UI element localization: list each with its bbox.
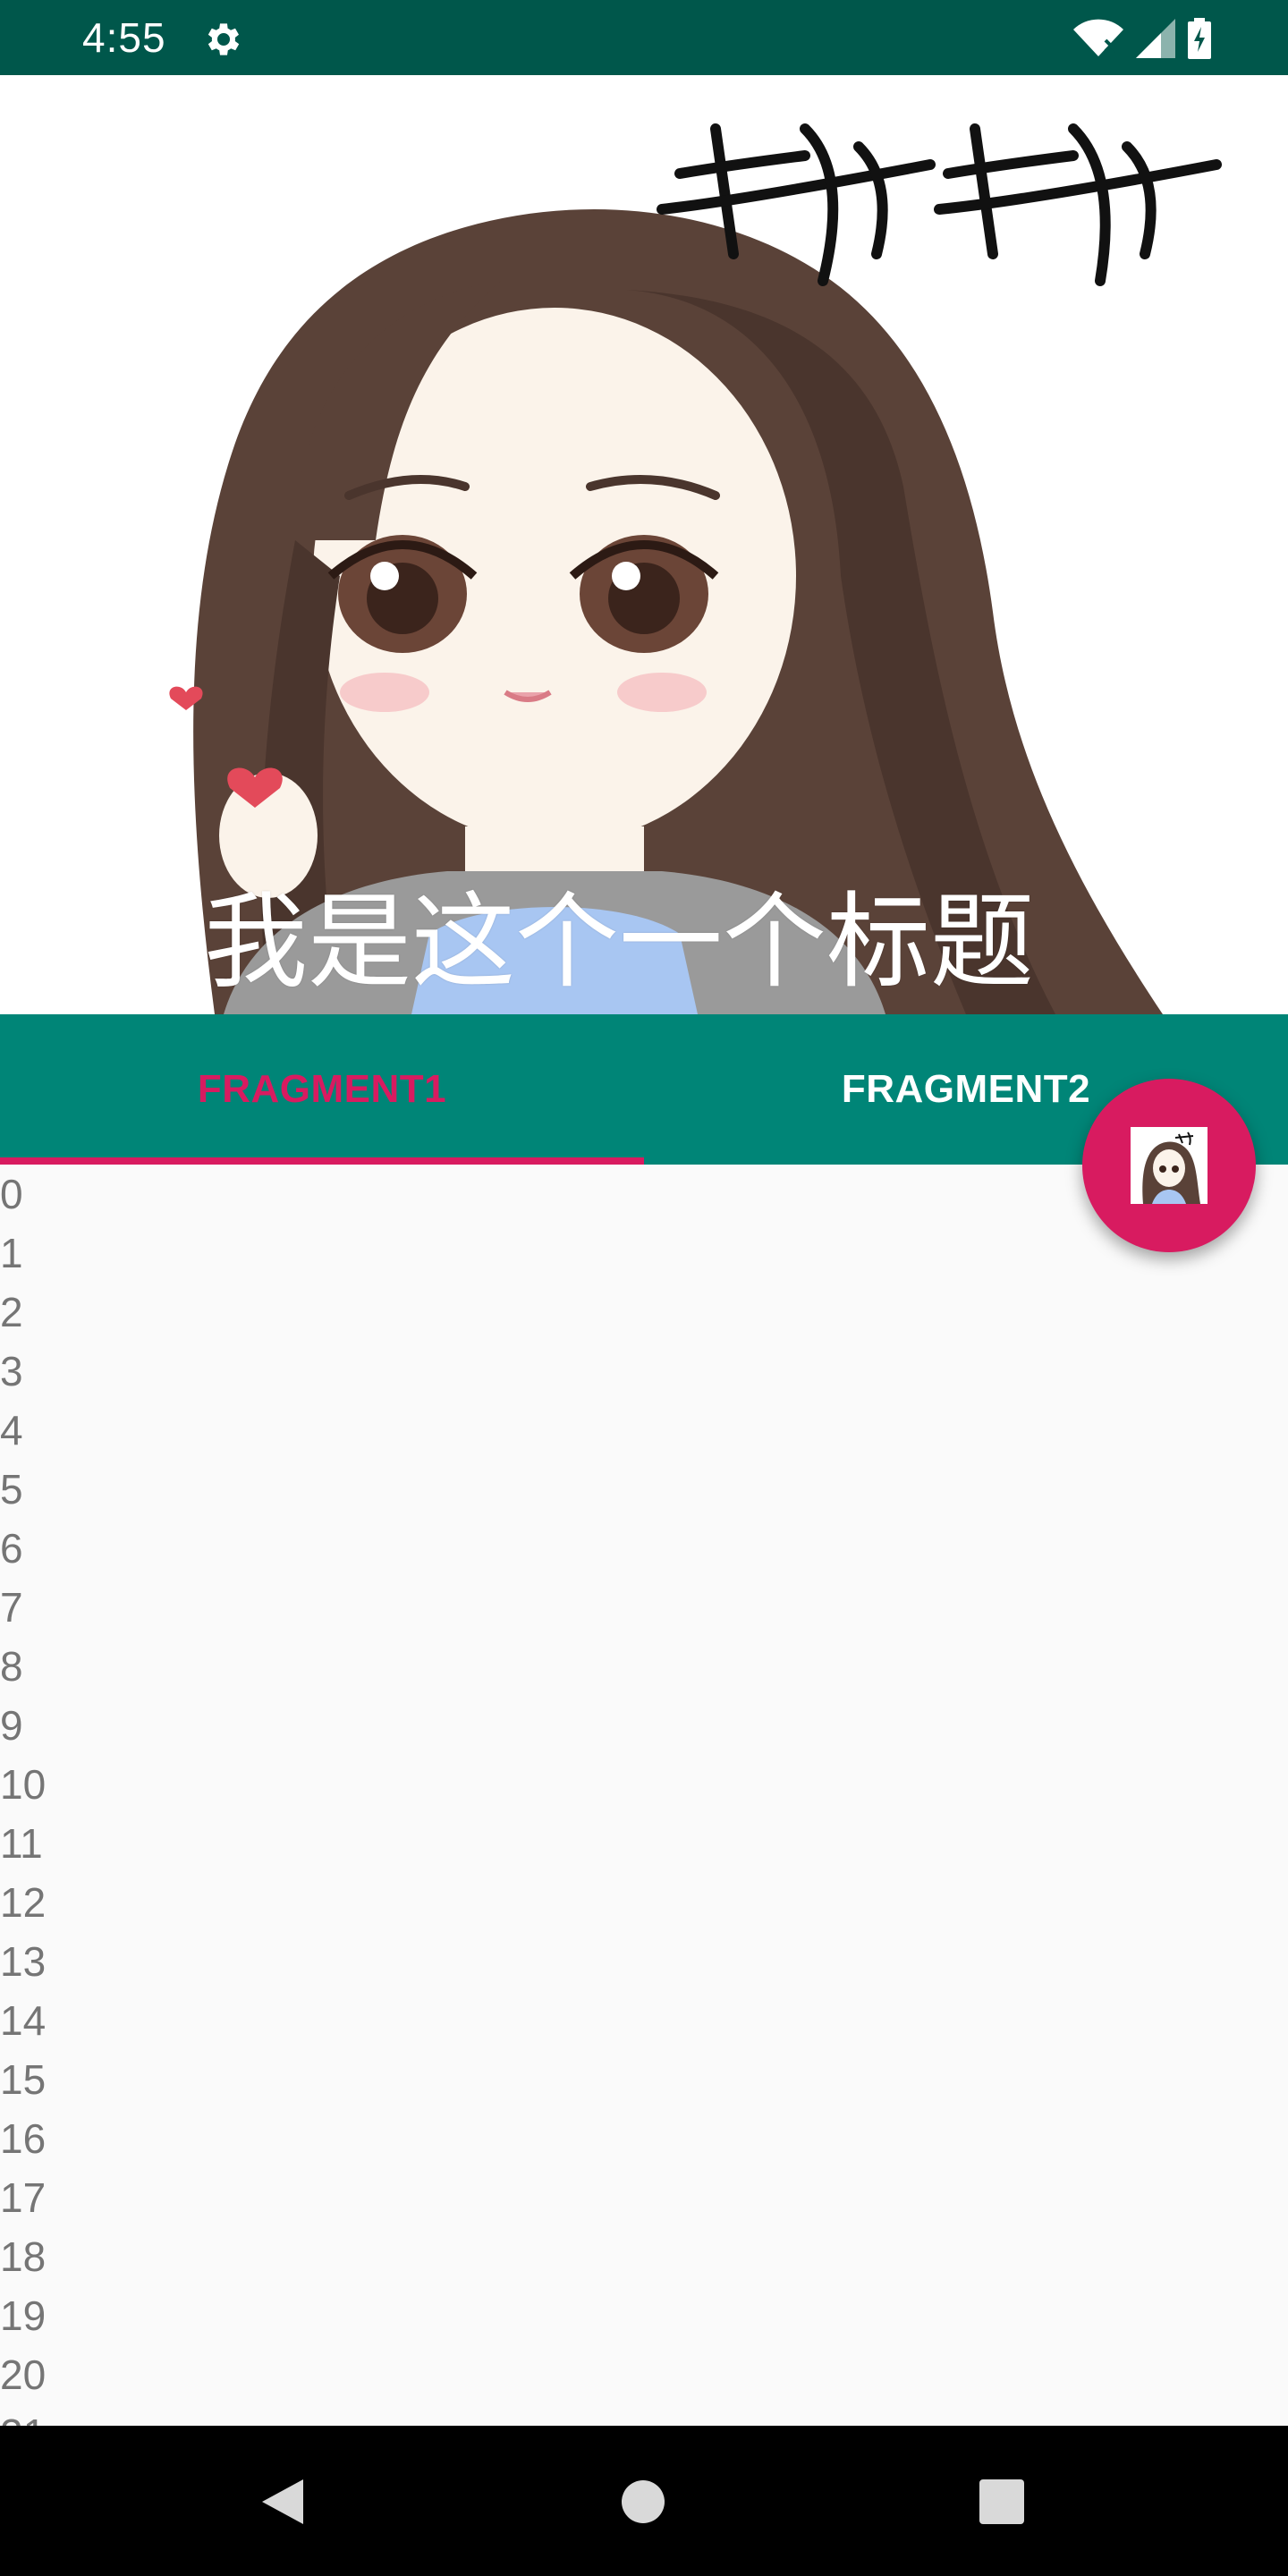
list-item[interactable]: 16 xyxy=(0,2109,1288,2168)
list-item[interactable]: 1 xyxy=(0,1224,1288,1283)
status-time: 4:55 xyxy=(82,14,166,61)
tab-fragment1[interactable]: FRAGMENT1 xyxy=(0,1014,644,1165)
list-item[interactable]: 15 xyxy=(0,2050,1288,2109)
list-item[interactable]: 7 xyxy=(0,1578,1288,1637)
cartoon-girl-artwork xyxy=(169,123,1222,1014)
list-item[interactable]: 21 xyxy=(0,2404,1288,2426)
list-item[interactable]: 14 xyxy=(0,1991,1288,2050)
system-navigation-bar xyxy=(0,2426,1288,2576)
list-item[interactable]: 13 xyxy=(0,1932,1288,1991)
tab-indicator xyxy=(0,1157,644,1165)
status-icons xyxy=(1073,18,1211,59)
list-item[interactable]: 3 xyxy=(0,1342,1288,1401)
list-item[interactable]: 18 xyxy=(0,2227,1288,2286)
status-bar: 4:55 xyxy=(0,0,1288,75)
list-item[interactable]: 4 xyxy=(0,1401,1288,1460)
list-item[interactable]: 12 xyxy=(0,1873,1288,1932)
collapsing-toolbar-title: 我是这个一个标题 xyxy=(204,882,1034,1003)
home-icon[interactable] xyxy=(612,2470,674,2533)
app-screen: 4:55 我是这个一个标题 FRAGMENT1 FRAGMENT2 0 1 2 … xyxy=(0,0,1288,2576)
list-item[interactable]: 9 xyxy=(0,1696,1288,1755)
list-item[interactable]: 6 xyxy=(0,1519,1288,1578)
number-list[interactable]: 0123456789101112131415161718192021 xyxy=(0,1165,1288,2426)
girl-avatar-icon xyxy=(1131,1127,1208,1204)
floating-action-button[interactable] xyxy=(1082,1079,1256,1252)
back-icon[interactable] xyxy=(253,2470,316,2533)
cell-signal-icon xyxy=(1136,19,1175,58)
recents-icon[interactable] xyxy=(970,2470,1033,2533)
list-item[interactable]: 2 xyxy=(0,1283,1288,1342)
list-item[interactable]: 19 xyxy=(0,2286,1288,2345)
battery-charging-icon xyxy=(1188,18,1211,59)
settings-gear-icon xyxy=(208,23,240,55)
list-item[interactable]: 8 xyxy=(0,1637,1288,1696)
list-item[interactable]: 11 xyxy=(0,1814,1288,1873)
list-item[interactable]: 10 xyxy=(0,1755,1288,1814)
list-item[interactable]: 20 xyxy=(0,2345,1288,2404)
wifi-icon xyxy=(1073,19,1123,57)
header-image: 我是这个一个标题 xyxy=(0,75,1288,1014)
list-item[interactable]: 5 xyxy=(0,1460,1288,1519)
list-item[interactable]: 17 xyxy=(0,2168,1288,2227)
